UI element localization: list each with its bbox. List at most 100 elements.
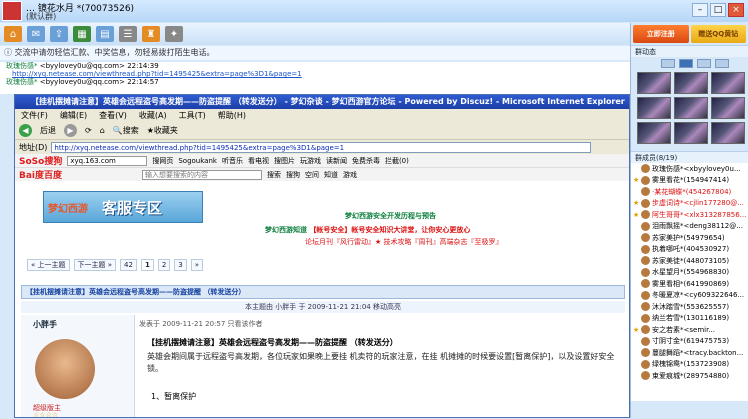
search-button[interactable]: 🔍搜索 xyxy=(113,125,139,136)
album-thumb[interactable] xyxy=(637,122,671,144)
baidu-search-input[interactable]: 输入想要搜索的内容 xyxy=(142,169,263,180)
member-item[interactable]: 纳兰若雪*(130116189) xyxy=(631,313,748,325)
member-avatar xyxy=(641,348,650,358)
share-icon[interactable]: ⇪ xyxy=(50,26,68,42)
member-item[interactable]: 水星望月*(554968830) xyxy=(631,267,748,279)
baidu-item[interactable]: 知道 xyxy=(324,170,338,180)
forward-icon[interactable]: ▶ xyxy=(64,124,77,137)
member-item[interactable]: 冬暖夏凉*<cy609322646... xyxy=(631,290,748,302)
menu-view[interactable]: 查看(V) xyxy=(99,109,127,122)
member-name: 苏家美徒*(448073105) xyxy=(652,256,730,265)
member-name: 玫瑰伤感*<xbyylovey0u... xyxy=(652,164,741,173)
album-thumb[interactable] xyxy=(711,72,745,94)
member-item[interactable]: ·某花蝴蝶*(454267804) xyxy=(631,186,748,198)
album-thumb[interactable] xyxy=(711,122,745,144)
baidu-item[interactable]: 空间 xyxy=(305,170,319,180)
album-tabs xyxy=(631,57,748,69)
member-item[interactable]: 束爱痕城*(289754880) xyxy=(631,370,748,382)
menu-help[interactable]: 帮助(H) xyxy=(218,109,246,122)
album-tab[interactable] xyxy=(715,58,729,68)
post-author[interactable]: 小胖手 xyxy=(33,319,57,330)
sogou-item[interactable]: 玩游戏 xyxy=(300,156,321,166)
next-thread-link[interactable]: 下一主题 » xyxy=(73,259,117,271)
member-name: 步虚词诗*<cjlin177280@... xyxy=(652,199,744,208)
member-name: 泪雨飘摇*<deng38112@... xyxy=(652,222,743,231)
files-icon[interactable]: ▤ xyxy=(96,26,114,42)
settings-icon[interactable]: ✦ xyxy=(165,26,183,42)
author-avatar[interactable] xyxy=(35,339,95,399)
home-icon[interactable]: ⌂ xyxy=(4,26,22,42)
album-thumb[interactable] xyxy=(674,72,708,94)
member-avatar xyxy=(641,187,650,197)
sogou-item[interactable]: 搜网页 xyxy=(152,156,173,166)
album-thumb[interactable] xyxy=(674,97,708,119)
sogou-item[interactable]: 拦截(0) xyxy=(385,156,409,166)
member-item[interactable]: 蔓腿舞蹈*<tracy.backton... xyxy=(631,347,748,359)
sogou-item[interactable]: Sogoukank xyxy=(178,157,217,165)
back-button[interactable]: 后退 xyxy=(40,125,56,136)
member-avatar xyxy=(641,244,650,254)
album-tab[interactable] xyxy=(679,58,693,68)
album-tab[interactable] xyxy=(697,58,711,68)
group-avatar[interactable] xyxy=(2,1,22,21)
sogou-search-input[interactable]: xyq.163.com xyxy=(67,155,148,166)
page-link[interactable]: 1 xyxy=(140,259,154,271)
register-button[interactable]: 立即注册 xyxy=(633,25,689,43)
menu-edit[interactable]: 编辑(E) xyxy=(60,109,87,122)
member-item[interactable]: 执着哪吒*(404530927) xyxy=(631,244,748,256)
chat-toolbar: ⌂ ✉ ⇪ ▦ ▤ ☰ ♜ ✦ xyxy=(0,23,630,45)
member-item[interactable]: 沐沐踏雪*(553625557) xyxy=(631,301,748,313)
sogou-item[interactable]: 免费杀毒 xyxy=(352,156,380,166)
minimize-icon[interactable]: – xyxy=(692,3,708,17)
album-thumb[interactable] xyxy=(637,72,671,94)
home-nav-icon[interactable]: ⌂ xyxy=(100,126,105,135)
member-item[interactable]: 苏家美徒*(448073105) xyxy=(631,255,748,267)
page-link[interactable]: 2 xyxy=(157,259,171,271)
support-logo[interactable]: 梦幻西游 客服专区 xyxy=(43,191,203,223)
favorites-button[interactable]: ★收藏夹 xyxy=(147,125,178,136)
back-icon[interactable]: ◀ xyxy=(19,124,32,137)
banner-ad[interactable]: 论坛月刊『风行雷动』★ 技术攻略『周刊』高端杂志『至极罗』 xyxy=(305,237,503,247)
album-icon[interactable]: ▦ xyxy=(73,26,91,42)
album-thumb[interactable] xyxy=(711,97,745,119)
member-item[interactable]: 苏家美护*(54979654) xyxy=(631,232,748,244)
member-item[interactable]: ★ 安之若素*<semir... xyxy=(631,324,748,336)
album-thumb[interactable] xyxy=(637,97,671,119)
right-sidebar: 立即注册 赠送QQ黄钻 群动态 群成员(8/19) 玫瑰伤感*<xbyylove… xyxy=(630,23,748,418)
sogou-item[interactable]: 看电视 xyxy=(248,156,269,166)
menu-tools[interactable]: 工具(T) xyxy=(179,109,206,122)
menu-favorites[interactable]: 收藏(A) xyxy=(139,109,167,122)
member-item[interactable]: ★ 步虚词诗*<cjlin177280@... xyxy=(631,198,748,210)
banner-ad[interactable]: 梦幻西游知道 【帐号安全】帐号安全知识大讲堂，让你安心更放心 xyxy=(265,225,470,235)
member-icon[interactable]: ♜ xyxy=(142,26,160,42)
member-item[interactable]: 寸阴寸金*(619475753) xyxy=(631,336,748,348)
member-item[interactable]: 绿槐锦鸯*(153723908) xyxy=(631,359,748,371)
album-thumb[interactable] xyxy=(674,122,708,144)
member-item[interactable]: 雾里看相*(641990869) xyxy=(631,278,748,290)
member-item[interactable]: 玫瑰伤感*<xbyylovey0u... xyxy=(631,163,748,175)
page-link[interactable]: 3 xyxy=(174,259,187,271)
maximize-icon[interactable]: □ xyxy=(710,3,726,17)
album-tab[interactable] xyxy=(661,58,675,68)
board-icon[interactable]: ☰ xyxy=(119,26,137,42)
member-item[interactable]: 泪雨飘摇*<deng38112@... xyxy=(631,221,748,233)
baidu-item[interactable]: 搜索 xyxy=(267,170,281,180)
next-page-link[interactable]: » xyxy=(190,259,204,271)
menu-file[interactable]: 文件(F) xyxy=(21,109,48,122)
member-item[interactable]: ★ 雾里看花*(154947414) xyxy=(631,175,748,187)
sogou-item[interactable]: 搜图片 xyxy=(274,156,295,166)
url-input[interactable]: http://xyq.netease.com/viewthread.php?ti… xyxy=(51,141,592,153)
sogou-item[interactable]: 听音乐 xyxy=(222,156,243,166)
banner-ad[interactable]: 梦幻西游安全开发历程与预告 xyxy=(345,211,436,221)
prev-thread-link[interactable]: « 上一主题 xyxy=(27,259,70,271)
baidu-item[interactable]: 搜狗 xyxy=(286,170,300,180)
sogou-item[interactable]: 读新闻 xyxy=(326,156,347,166)
baidu-item[interactable]: 游戏 xyxy=(343,170,357,180)
close-icon[interactable]: × xyxy=(728,3,744,17)
chat-icon[interactable]: ✉ xyxy=(27,26,45,42)
chat-link[interactable]: http://xyq.netease.com/viewthread.php?ti… xyxy=(6,70,630,78)
gift-button[interactable]: 赠送QQ黄钻 xyxy=(690,25,746,43)
member-item[interactable]: ★ 阿生哥哥*<xlx313287856... xyxy=(631,209,748,221)
sogou-toolbar: SoSo搜狗 xyq.163.com 搜网页 Sogoukank 听音乐 看电视… xyxy=(15,154,629,168)
refresh-icon[interactable]: ⟳ xyxy=(85,126,92,135)
